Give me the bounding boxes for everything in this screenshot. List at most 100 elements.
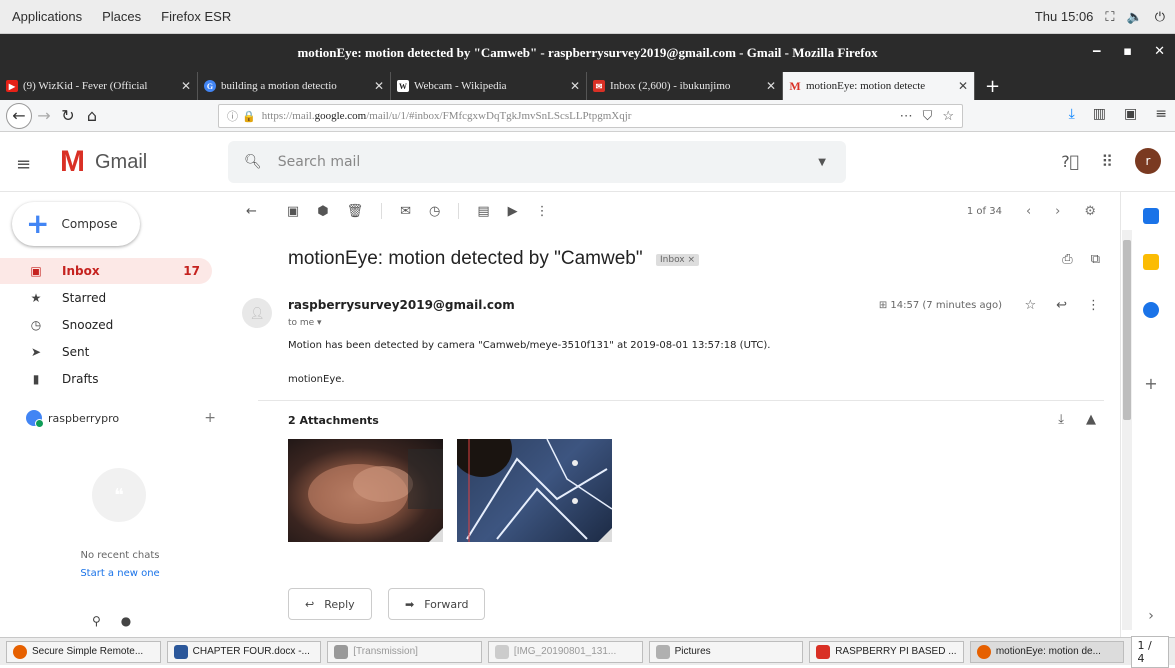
hangouts-user[interactable]: raspberrypro + <box>26 410 216 428</box>
taskbar-item[interactable]: Pictures <box>648 640 804 663</box>
contacts-icon[interactable]: ⚲ <box>92 614 101 628</box>
taskbar-item-active[interactable]: motionEye: motion de... <box>969 640 1125 663</box>
sidebar-item-drafts[interactable]: ▮ Drafts <box>0 366 212 392</box>
page-actions-icon[interactable]: ⋯ <box>900 108 913 124</box>
pocket-icon[interactable]: ⛉ <box>923 108 933 124</box>
bookmark-star-icon[interactable]: ☆ <box>942 108 954 124</box>
taskbar-item[interactable]: Secure Simple Remote... <box>6 640 161 663</box>
power-icon[interactable]: ⏻ <box>1155 9 1165 25</box>
sidebar-item-snoozed[interactable]: ◷ Snoozed <box>0 312 212 338</box>
url-bar[interactable]: ⓘ 🔒 https://mail. google.com/mail/u/1/#in… <box>218 104 963 128</box>
compose-button[interactable]: + Compose <box>12 202 140 246</box>
keep-icon[interactable] <box>1143 254 1159 270</box>
home-icon[interactable]: ⌂ <box>80 104 104 128</box>
new-window-icon[interactable]: ⧉ <box>1091 252 1100 267</box>
sidebar-toggle-icon[interactable]: ▣ <box>1124 106 1137 122</box>
search-placeholder: Search mail <box>277 154 361 170</box>
taskbar-item[interactable]: [Transmission] <box>327 640 482 663</box>
info-icon[interactable]: ⓘ <box>227 108 238 124</box>
chat-icon[interactable]: ● <box>121 614 131 628</box>
print-icon[interactable]: ⎙ <box>1062 252 1072 267</box>
download-all-icon[interactable]: ⤓ <box>1058 412 1064 427</box>
account-avatar[interactable]: r <box>1135 148 1161 174</box>
forward-icon[interactable]: → <box>32 104 56 128</box>
reply-button[interactable]: ↩ Reply <box>288 588 372 620</box>
browser-tab[interactable]: G building a motion detectio ✕ <box>198 72 391 100</box>
sidebar-item-inbox[interactable]: ▣ Inbox 17 <box>0 258 212 284</box>
download-icon[interactable]: ⤓ <box>1069 106 1075 122</box>
places-menu[interactable]: Places <box>102 9 141 24</box>
reply-icon[interactable]: ↩ <box>1056 298 1067 313</box>
image-viewer-icon <box>494 644 509 659</box>
star-message-icon[interactable]: ☆ <box>1024 298 1036 313</box>
help-icon[interactable]: ?⃝ <box>1061 152 1079 171</box>
search-options-icon[interactable]: ▼ <box>818 157 826 168</box>
browser-tab[interactable]: ✉ Inbox (2,600) - ibukunjimo ✕ <box>587 72 783 100</box>
side-panel: + › <box>1120 192 1175 637</box>
get-addons-icon[interactable]: + <box>1143 376 1159 392</box>
snooze-icon[interactable]: ◷ <box>429 204 440 219</box>
sender-avatar: 👤︎ <box>242 298 272 328</box>
reply-icon: ↩ <box>305 597 315 611</box>
apps-grid-icon[interactable]: ⠿ <box>1101 152 1113 171</box>
newer-icon[interactable]: ‹ <box>1026 204 1031 219</box>
motion-capture-image <box>308 449 443 524</box>
maximize-icon[interactable]: ▪ <box>1123 44 1132 59</box>
minimize-icon[interactable]: ‒ <box>1092 44 1101 59</box>
reload-icon[interactable]: ↻ <box>56 104 80 128</box>
clock[interactable]: Thu 15:06 <box>1035 9 1094 24</box>
attachment-thumbnail[interactable] <box>457 439 612 542</box>
tab-close-icon[interactable]: ✕ <box>374 79 384 94</box>
taskbar-item[interactable]: RASPBERRY PI BASED ... <box>809 640 964 663</box>
older-icon[interactable]: › <box>1055 204 1060 219</box>
expand-panel-icon[interactable]: › <box>1143 608 1159 624</box>
settings-icon[interactable]: ⚙ <box>1084 204 1096 219</box>
tab-close-icon[interactable]: ✕ <box>766 79 776 94</box>
back-to-inbox-icon[interactable]: ← <box>246 204 257 219</box>
sidebar-item-starred[interactable]: ★ Starred <box>0 285 212 311</box>
taskbar-item[interactable]: CHAPTER FOUR.docx -... <box>166 640 322 663</box>
tab-close-icon[interactable]: ✕ <box>958 79 968 94</box>
library-icon[interactable]: ▥ <box>1093 106 1106 122</box>
sidebar-item-sent[interactable]: ➤ Sent <box>0 339 212 365</box>
attachment-thumbnail[interactable] <box>288 439 443 542</box>
main-menu-icon[interactable]: ≡ <box>16 154 31 175</box>
delete-icon[interactable]: 🗑︎ <box>347 204 364 219</box>
back-icon[interactable]: ← <box>6 102 32 129</box>
tab-close-icon[interactable]: ✕ <box>181 79 191 94</box>
forward-button[interactable]: ➡ Forward <box>388 588 486 620</box>
tasks-icon[interactable] <box>1143 302 1159 318</box>
move-to-icon[interactable]: ▤ <box>477 204 489 219</box>
start-new-chat-link[interactable]: Start a new one <box>0 568 240 579</box>
browser-tab[interactable]: W Webcam - Wikipedia ✕ <box>391 72 587 100</box>
search-icon[interactable]: 🔍︎ <box>244 154 262 170</box>
more-icon[interactable]: ⋮ <box>536 204 549 219</box>
menu-icon[interactable]: ≡ <box>1155 106 1167 122</box>
workspace-pager[interactable]: 1 / 4 <box>1130 635 1169 668</box>
labels-icon[interactable]: ▶ <box>508 204 518 219</box>
volume-icon[interactable]: 🔈 <box>1127 9 1143 25</box>
browser-tab-active[interactable]: M motionEye: motion detecte ✕ <box>783 72 975 100</box>
save-to-drive-icon[interactable]: ▲ <box>1086 412 1096 427</box>
report-spam-icon[interactable]: ⬢ <box>317 204 328 219</box>
mark-unread-icon[interactable]: ✉ <box>400 204 411 219</box>
new-tab-icon[interactable]: + <box>975 72 1010 100</box>
more-options-icon[interactable]: ⋮ <box>1087 298 1100 313</box>
network-icon[interactable]: ⛶ <box>1105 9 1114 25</box>
firefox-app-menu[interactable]: Firefox ESR <box>161 9 231 24</box>
tab-close-icon[interactable]: ✕ <box>570 79 580 94</box>
new-chat-icon[interactable]: + <box>204 410 216 426</box>
label-badge[interactable]: Inbox × <box>656 254 700 266</box>
sidebar-item-label: Starred <box>62 291 107 305</box>
browser-tab[interactable]: ▶ (9) WizKid - Fever (Official ✕ <box>0 72 198 100</box>
message-pane: ← ▣ ⬢ 🗑︎ ✉ ◷ ▤ ▶ ⋮ 1 of 34 ‹ › ⚙ motionE… <box>228 192 1120 637</box>
firefox-icon <box>976 644 991 659</box>
gmail-logo[interactable]: M Gmail <box>60 147 147 177</box>
archive-icon[interactable]: ▣ <box>287 204 299 219</box>
close-window-icon[interactable]: ✕ <box>1154 44 1165 59</box>
recipient-details[interactable]: to me ▾ <box>288 318 322 328</box>
applications-menu[interactable]: Applications <box>12 9 82 24</box>
calendar-icon[interactable] <box>1143 208 1159 224</box>
taskbar-item[interactable]: [IMG_20190801_131... <box>487 640 643 663</box>
search-input[interactable]: 🔍︎ Search mail ▼ <box>228 141 846 183</box>
